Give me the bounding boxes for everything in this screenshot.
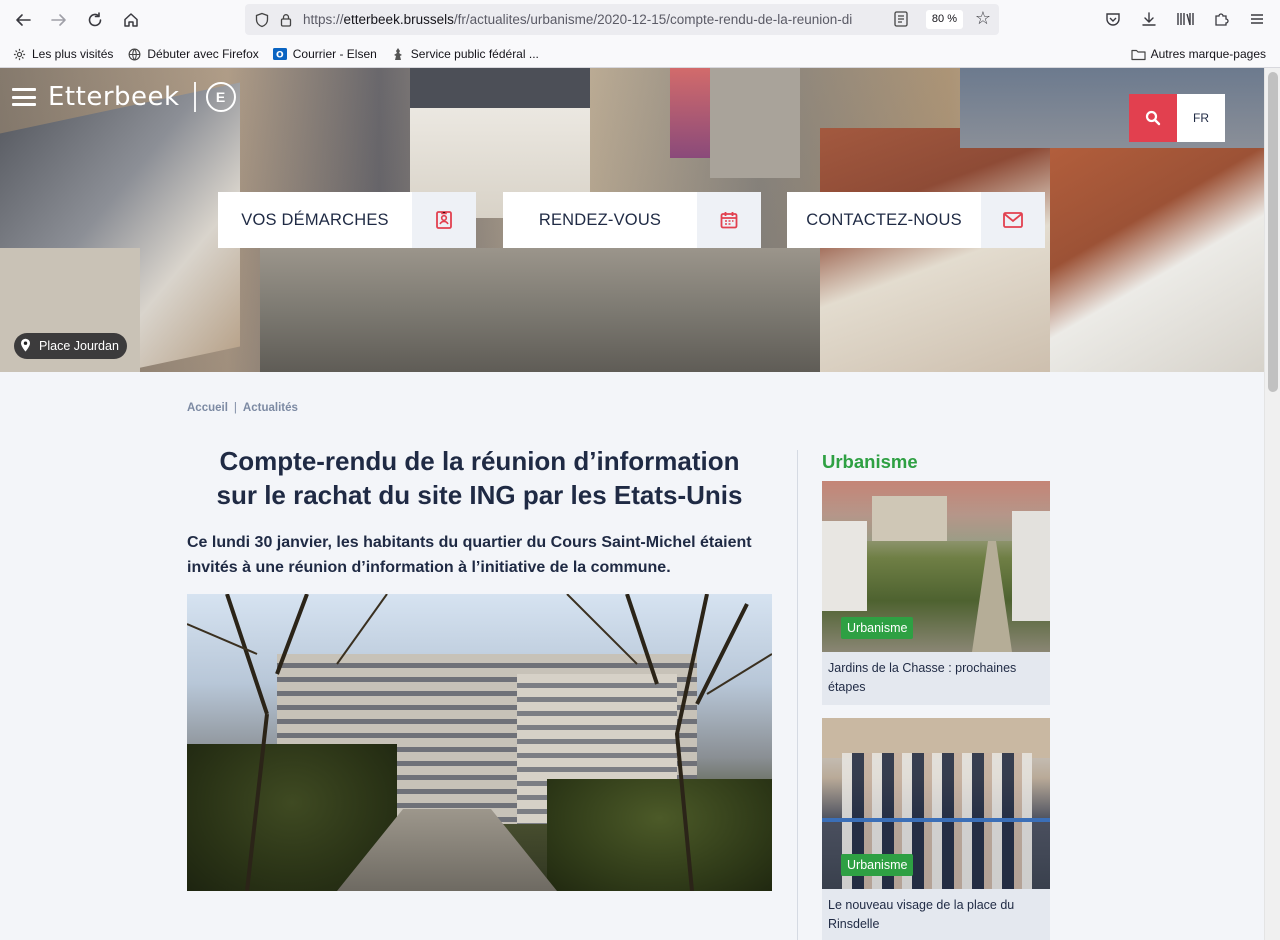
download-icon[interactable] — [1138, 8, 1160, 30]
quick-link-label: CONTACTEZ-NOUS — [806, 210, 962, 229]
library-icon[interactable] — [1174, 8, 1196, 30]
bookmark-label: Courrier - Elsen — [292, 47, 377, 61]
url-host: etterbeek.brussels — [343, 12, 454, 27]
news-card-title[interactable]: Jardins de la Chasse : prochaines étapes — [822, 652, 1050, 705]
menu-icon[interactable] — [1246, 8, 1268, 30]
calendar-icon — [697, 192, 761, 248]
quick-link-rendez-vous[interactable]: RENDEZ-VOUS — [503, 192, 761, 248]
news-card[interactable]: Urbanisme Le nouveau visage de la place … — [822, 718, 1050, 940]
quick-link-label: VOS DÉMARCHES — [241, 210, 389, 229]
shield-icon[interactable] — [251, 9, 273, 31]
map-pin-icon — [20, 338, 31, 355]
bookmark-getting-started[interactable]: Débuter avec Firefox — [127, 47, 259, 62]
sidebar-title[interactable]: Urbanisme — [822, 451, 1050, 473]
related-sidebar: Urbanisme Urbanisme Jardins de la Chasse… — [822, 451, 1050, 940]
bookmark-label: Débuter avec Firefox — [147, 47, 259, 61]
home-icon[interactable] — [118, 7, 144, 33]
site-logo-area[interactable]: Etterbeek E — [12, 82, 236, 112]
back-icon[interactable] — [10, 7, 36, 33]
hero-mural — [670, 68, 710, 158]
bookmark-label: Autres marque-pages — [1150, 47, 1266, 61]
mail-icon — [981, 192, 1045, 248]
quick-link-label: RENDEZ-VOUS — [538, 210, 662, 229]
quick-link-contact[interactable]: CONTACTEZ-NOUS — [787, 192, 1045, 248]
gear-icon — [12, 47, 27, 62]
news-card-image[interactable]: Urbanisme — [822, 718, 1050, 889]
id-card-icon — [412, 192, 476, 248]
svg-text:O: O — [276, 51, 284, 61]
breadcrumb: Accueil | Actualités — [187, 402, 298, 414]
browser-toolbar: https://etterbeek.brussels/fr/actualites… — [0, 0, 1280, 38]
search-button[interactable] — [1129, 94, 1177, 142]
search-icon — [1145, 110, 1161, 126]
url-text[interactable]: https://etterbeek.brussels/fr/actualites… — [303, 12, 883, 27]
hero-banner: Etterbeek E FR VOS DÉMARCHES RENDEZ-VOUS… — [0, 68, 1264, 372]
scrollbar-thumb[interactable] — [1268, 72, 1278, 392]
breadcrumb-home[interactable]: Accueil — [187, 402, 228, 414]
article-lead: Ce lundi 30 janvier, les habitants du qu… — [187, 534, 752, 576]
category-badge: Urbanisme — [841, 854, 914, 876]
article-photo — [187, 594, 772, 891]
pocket-icon[interactable] — [1102, 8, 1124, 30]
bookmark-label: Les plus visités — [32, 47, 114, 61]
forward-icon[interactable] — [46, 7, 72, 33]
hero-square — [260, 248, 820, 372]
language-selector[interactable]: FR — [1177, 94, 1225, 142]
bookmark-label: Service public fédéral ... — [410, 47, 539, 61]
hamburger-menu-icon[interactable] — [12, 88, 36, 106]
news-card-title[interactable]: Le nouveau visage de la place du Rinsdel… — [822, 889, 1050, 940]
hero-building — [1050, 148, 1264, 372]
hero-roof — [410, 68, 590, 108]
lock-icon[interactable] — [275, 9, 297, 31]
extensions-icon[interactable] — [1210, 8, 1232, 30]
header-actions: FR — [1129, 94, 1225, 142]
reload-icon[interactable] — [82, 7, 108, 33]
globe-icon — [127, 47, 142, 62]
reader-view-icon[interactable] — [893, 10, 911, 28]
url-bar[interactable]: https://etterbeek.brussels/fr/actualites… — [245, 4, 999, 35]
bookmark-other[interactable]: Autres marque-pages — [1130, 42, 1266, 66]
category-badge: Urbanisme — [841, 617, 914, 639]
hero-building — [820, 128, 1050, 372]
zoom-level-badge[interactable]: 80 % — [925, 10, 963, 29]
outlook-icon: O — [273, 47, 288, 62]
column-divider — [797, 450, 798, 940]
news-card[interactable]: Urbanisme Jardins de la Chasse : prochai… — [822, 481, 1050, 705]
url-path: /fr/actualites/urbanisme/2020-12-15/comp… — [453, 12, 853, 27]
breadcrumb-separator: | — [233, 402, 237, 414]
url-prefix: https:// — [303, 12, 344, 27]
bookmarks-bar: Les plus visités Débuter avec Firefox O … — [0, 42, 1280, 66]
page-scrollbar[interactable] — [1264, 68, 1280, 940]
toolbar-right-tools — [1102, 8, 1268, 30]
federal-icon — [391, 47, 406, 62]
site-logo[interactable]: Etterbeek — [48, 82, 180, 112]
hero-building — [710, 68, 800, 178]
region-emblem-icon: E — [205, 82, 236, 112]
browser-chrome: https://etterbeek.brussels/fr/actualites… — [0, 0, 1280, 68]
web-page: Etterbeek E FR VOS DÉMARCHES RENDEZ-VOUS… — [0, 68, 1264, 940]
breadcrumb-news[interactable]: Actualités — [243, 402, 298, 414]
bookmark-federal[interactable]: Service public fédéral ... — [391, 47, 539, 62]
logo-separator — [193, 82, 196, 112]
location-tag: Place Jourdan — [14, 333, 127, 359]
news-card-image[interactable]: Urbanisme — [822, 481, 1050, 652]
quick-link-demarches[interactable]: VOS DÉMARCHES — [218, 192, 476, 248]
folder-icon — [1130, 47, 1146, 62]
location-label: Place Jourdan — [39, 339, 119, 353]
bookmark-star-icon[interactable]: ☆ — [975, 8, 991, 29]
bookmark-courrier[interactable]: O Courrier - Elsen — [273, 47, 377, 62]
article-title: Compte-rendu de la réunion d’information… — [216, 446, 743, 510]
article: Compte-rendu de la réunion d’information… — [187, 444, 772, 891]
bookmark-most-visited[interactable]: Les plus visités — [12, 47, 113, 62]
